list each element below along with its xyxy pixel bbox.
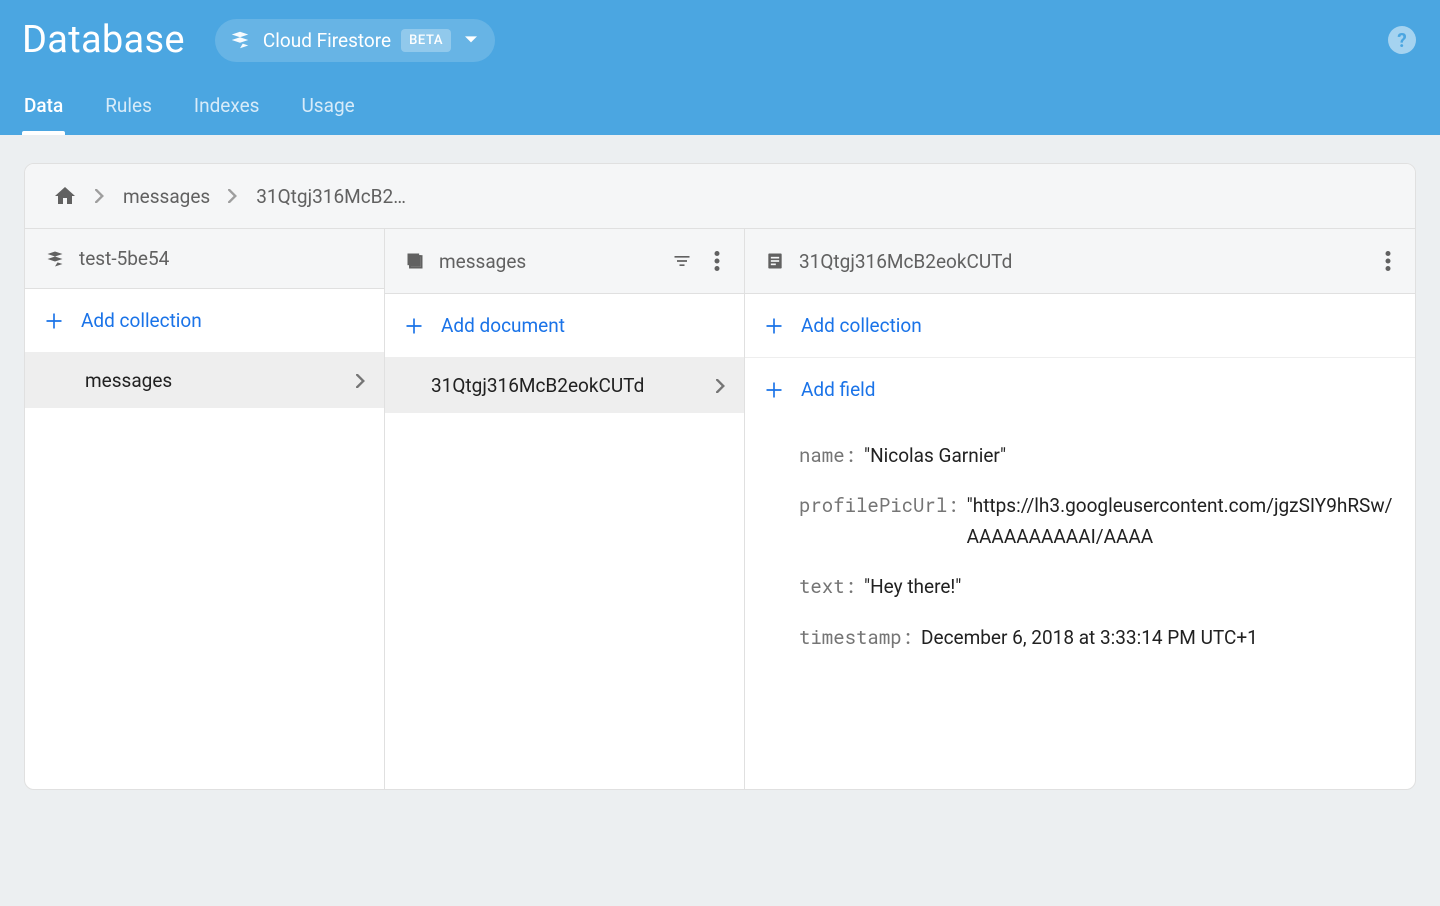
header-top-bar: Database Cloud Firestore BETA ?	[0, 0, 1440, 80]
tab-data[interactable]: Data	[22, 80, 65, 135]
more-button[interactable]	[1381, 247, 1395, 275]
beta-badge: BETA	[401, 29, 451, 52]
chevron-right-icon	[356, 374, 366, 388]
field-value: December 6, 2018 at 3:33:14 PM UTC+1	[921, 626, 1258, 649]
column-root-title: test-5be54	[79, 247, 169, 270]
tab-usage[interactable]: Usage	[299, 80, 356, 135]
field-value: "Hey there!"	[864, 575, 961, 598]
breadcrumb-document[interactable]: 31Qtgj316McB2…	[256, 185, 406, 208]
chevron-right-icon	[228, 189, 238, 203]
home-icon[interactable]	[53, 184, 77, 208]
plus-icon	[763, 315, 785, 337]
help-icon: ?	[1397, 29, 1406, 52]
chevron-right-icon	[716, 379, 726, 393]
tab-indexes[interactable]: Indexes	[192, 80, 262, 135]
field-key: timestamp	[799, 625, 902, 650]
breadcrumb: messages 31Qtgj316McB2…	[25, 164, 1415, 229]
content-area: messages 31Qtgj316McB2… test-5be5	[0, 135, 1440, 790]
column-collection: messages Add document 31Qtgj	[385, 229, 745, 789]
columns: test-5be54 Add collection messages	[25, 229, 1415, 789]
add-subcollection-button[interactable]: Add collection	[745, 294, 1415, 358]
data-panel: messages 31Qtgj316McB2… test-5be5	[24, 163, 1416, 790]
database-selector-label: Cloud Firestore	[263, 29, 391, 52]
tab-bar: Data Rules Indexes Usage	[0, 80, 1440, 135]
field-value: "https://lh3.googleusercontent.com/jgzSI…	[967, 494, 1393, 547]
filter-button[interactable]	[668, 247, 696, 275]
help-button[interactable]: ?	[1388, 26, 1416, 54]
breadcrumb-collection[interactable]: messages	[123, 185, 210, 208]
column-collection-header: messages	[385, 229, 744, 294]
add-subcollection-label: Add collection	[801, 314, 922, 337]
tab-rules[interactable]: Rules	[103, 80, 154, 135]
collection-icon	[405, 251, 425, 271]
database-selector[interactable]: Cloud Firestore BETA	[215, 19, 495, 62]
document-fields: name: "Nicolas Garnier" profilePicUrl: "…	[745, 421, 1415, 663]
column-root-header: test-5be54	[25, 229, 384, 289]
column-root: test-5be54 Add collection messages	[25, 229, 385, 789]
plus-icon	[763, 379, 785, 401]
add-collection-button[interactable]: Add collection	[25, 289, 384, 353]
chevron-right-icon	[95, 189, 105, 203]
field-row[interactable]: timestamp: December 6, 2018 at 3:33:14 P…	[745, 613, 1415, 663]
more-button[interactable]	[710, 247, 724, 275]
column-document-header: 31Qtgj316McB2eokCUTd	[745, 229, 1415, 294]
field-key: profilePicUrl	[799, 493, 947, 518]
caret-down-icon	[465, 34, 477, 46]
add-document-button[interactable]: Add document	[385, 294, 744, 358]
firestore-icon	[229, 29, 251, 51]
document-icon	[765, 251, 785, 271]
app-header: Database Cloud Firestore BETA ? Data Rul…	[0, 0, 1440, 135]
field-value: "Nicolas Garnier"	[864, 444, 1006, 467]
field-row[interactable]: text: "Hey there!"	[745, 562, 1415, 612]
plus-icon	[403, 315, 425, 337]
field-row[interactable]: profilePicUrl: "https://lh3.googleuserco…	[745, 481, 1415, 562]
column-document-title: 31Qtgj316McB2eokCUTd	[799, 250, 1012, 273]
plus-icon	[43, 310, 65, 332]
add-field-button[interactable]: Add field	[745, 358, 1415, 421]
column-collection-title: messages	[439, 250, 526, 273]
page-title: Database	[22, 18, 185, 62]
field-key: name	[799, 443, 845, 468]
document-item-label: 31Qtgj316McB2eokCUTd	[413, 374, 716, 397]
collection-item-label: messages	[53, 369, 356, 392]
field-row[interactable]: name: "Nicolas Garnier"	[745, 431, 1415, 481]
firestore-icon	[45, 249, 65, 269]
add-field-label: Add field	[801, 378, 875, 401]
column-document: 31Qtgj316McB2eokCUTd Add collection	[745, 229, 1415, 789]
document-item[interactable]: 31Qtgj316McB2eokCUTd	[385, 358, 744, 413]
field-key: text	[799, 574, 845, 599]
add-document-label: Add document	[441, 314, 565, 337]
collection-item[interactable]: messages	[25, 353, 384, 408]
add-collection-label: Add collection	[81, 309, 202, 332]
